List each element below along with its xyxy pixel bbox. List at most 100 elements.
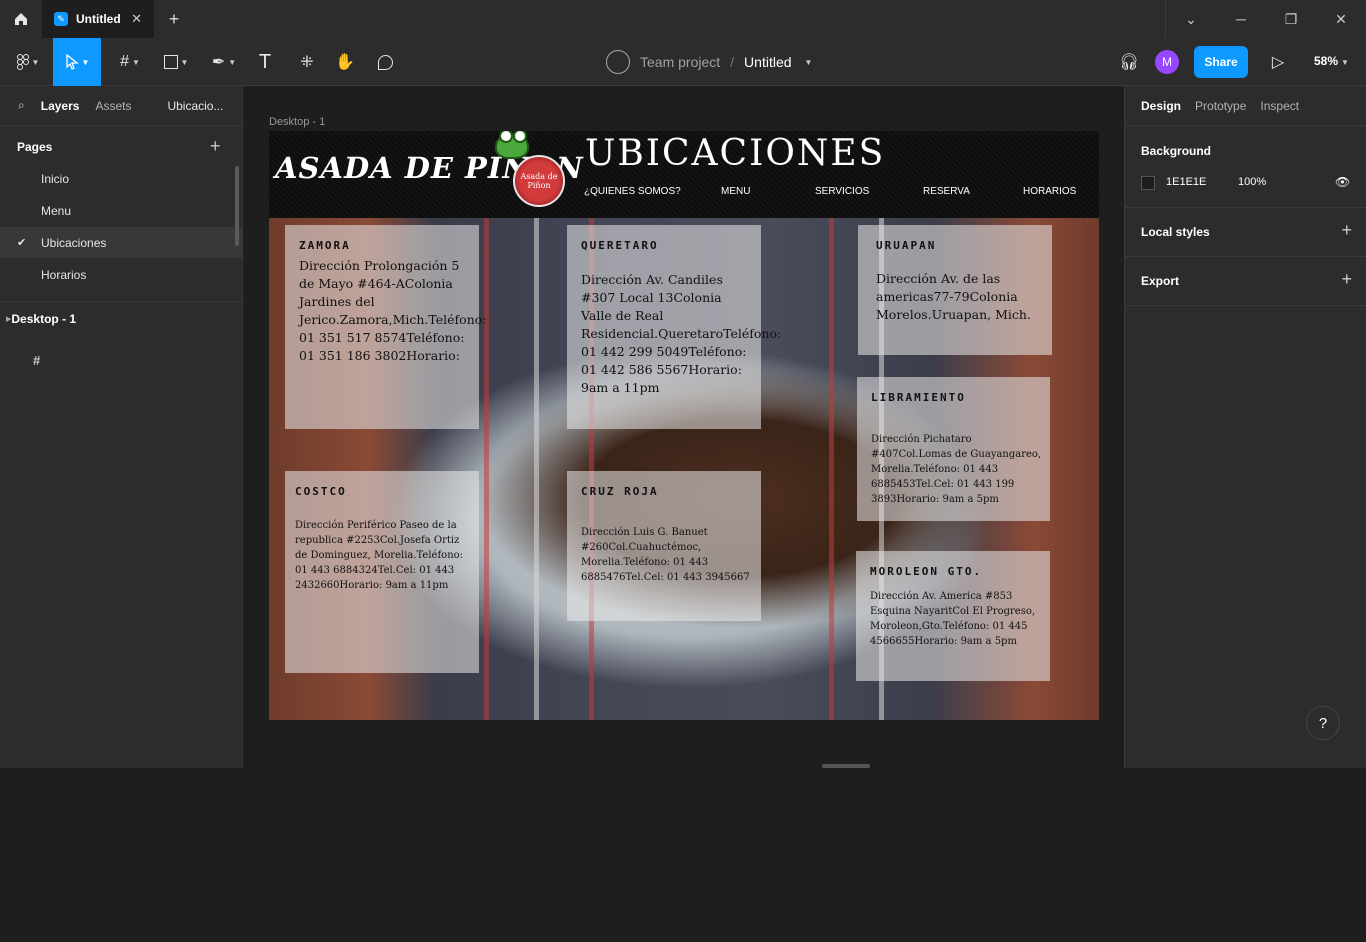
- minimize-button[interactable]: ─: [1216, 0, 1266, 38]
- file-tab[interactable]: ✎ Untitled ✕: [42, 0, 154, 38]
- chevron-down-icon[interactable]: ⌄: [1166, 0, 1216, 38]
- card-title: QUERETARO: [581, 239, 659, 252]
- help-button[interactable]: ?: [1306, 706, 1340, 740]
- page-selector[interactable]: Ubicacio...: [167, 99, 223, 113]
- card-body: Dirección Av. de las americas77-79Coloni…: [876, 271, 1031, 322]
- frame-tool-button[interactable]: # ▼: [110, 38, 150, 86]
- nav-menu[interactable]: MENU: [721, 186, 750, 197]
- check-icon: ✔: [17, 237, 27, 249]
- pen-icon: ✒: [211, 54, 226, 71]
- desktop-frame[interactable]: ASADA DE PIÑON Asada de Piñon UBICACIONE…: [269, 131, 1099, 720]
- card-title: MOROLEON GTO.: [870, 565, 983, 578]
- comment-icon: [377, 54, 393, 70]
- location-card-moroleon: MOROLEON GTO. Dirección Av. America #853…: [856, 551, 1050, 681]
- close-tab-icon[interactable]: ✕: [131, 11, 142, 27]
- add-export-button[interactable]: +: [1341, 269, 1352, 290]
- frame-icon: #: [120, 53, 129, 70]
- text-tool-button[interactable]: T: [252, 38, 278, 86]
- title-bar: ✎ Untitled ✕ + ⌄ ─ ❐ ✕: [0, 0, 1366, 38]
- play-icon: ▷: [1271, 54, 1285, 71]
- background-swatch[interactable]: [1141, 176, 1155, 190]
- eye-icon[interactable]: 👁︎: [1335, 175, 1350, 189]
- nav-reserva[interactable]: RESERVA: [923, 186, 970, 197]
- headphones-icon: 🎧︎: [1118, 54, 1140, 71]
- page-item-ubicaciones[interactable]: ✔ Ubicaciones: [0, 227, 242, 258]
- shape-tool-button[interactable]: ▼: [156, 38, 196, 86]
- nav-servicios[interactable]: SERVICIOS: [815, 186, 869, 197]
- card-body: Dirección Av. America #853 Esquina Nayar…: [870, 591, 1036, 647]
- background-opacity-input[interactable]: 100%: [1238, 176, 1266, 188]
- window-controls: ⌄ ─ ❐ ✕: [1166, 0, 1366, 38]
- restore-button[interactable]: ❐: [1266, 0, 1316, 38]
- card-title: URUAPAN: [876, 239, 937, 252]
- right-panel: Design Prototype Inspect Background 1E1E…: [1124, 86, 1366, 768]
- location-card-queretaro: QUERETARO Dirección Av. Candiles #307 Lo…: [567, 225, 782, 429]
- home-button[interactable]: [0, 0, 42, 38]
- page-item-inicio[interactable]: Inicio: [0, 163, 242, 194]
- apron-stripe: [829, 218, 834, 720]
- location-card-libramiento: LIBRAMIENTO Dirección Pichataro #407Col.…: [857, 377, 1050, 521]
- layer-label: Desktop - 1: [11, 312, 77, 326]
- card-title: ZAMORA: [299, 239, 351, 252]
- chevron-down-icon[interactable]: ▼: [805, 58, 813, 67]
- pen-tool-button[interactable]: ✒ ▼: [204, 38, 244, 86]
- add-page-button[interactable]: +: [210, 136, 221, 157]
- window-close-button[interactable]: ✕: [1316, 0, 1366, 38]
- search-icon[interactable]: ⌕: [18, 98, 25, 113]
- layer-item-desktop-1[interactable]: ▶ # Desktop - 1: [0, 308, 242, 368]
- export-heading: Export: [1141, 274, 1180, 288]
- team-name[interactable]: Team project: [640, 54, 720, 70]
- avatar[interactable]: M: [1155, 50, 1179, 74]
- share-button[interactable]: Share: [1194, 46, 1248, 78]
- resources-button[interactable]: ⁜: [294, 38, 320, 86]
- page-label: Ubicaciones: [41, 235, 107, 250]
- present-button[interactable]: ▷: [1266, 38, 1290, 86]
- left-panel-tabs: ⌕ Layers Assets Ubicacio... ▲: [0, 86, 250, 126]
- add-style-button[interactable]: +: [1341, 220, 1352, 241]
- export-section: Export +: [1125, 257, 1366, 306]
- site-title: UBICACIONES: [585, 133, 886, 174]
- page-label: Menu: [41, 203, 72, 218]
- apron-stripe: [534, 218, 539, 720]
- card-body: Dirección Pichataro #407Col.Lomas de Gua…: [871, 434, 1042, 505]
- card-title: LIBRAMIENTO: [871, 391, 966, 404]
- tab-design[interactable]: Design: [1141, 99, 1181, 113]
- background-hex-input[interactable]: 1E1E1E: [1166, 176, 1206, 188]
- local-styles-heading: Local styles: [1141, 225, 1210, 239]
- rectangle-icon: [163, 55, 178, 69]
- file-name[interactable]: Untitled: [744, 54, 791, 70]
- new-tab-button[interactable]: +: [154, 9, 194, 30]
- right-panel-tabs: Design Prototype Inspect: [1125, 86, 1366, 126]
- card-body: Dirección Prolongación 5 de Mayo #464-AC…: [299, 258, 487, 363]
- canvas-scrollbar[interactable]: [822, 764, 870, 768]
- tab-prototype[interactable]: Prototype: [1195, 99, 1246, 113]
- nav-horarios[interactable]: HORARIOS: [1023, 186, 1076, 197]
- breadcrumb-separator: /: [730, 54, 735, 70]
- comment-tool-button[interactable]: [372, 38, 398, 86]
- page-label: Horarios: [41, 267, 87, 282]
- move-tool-button[interactable]: ▼: [53, 38, 101, 86]
- zoom-control[interactable]: 58% ▼: [1314, 54, 1349, 68]
- background-heading: Background: [1141, 144, 1212, 158]
- text-icon: T: [258, 50, 272, 73]
- page-label: Inicio: [41, 171, 70, 186]
- page-item-horarios[interactable]: Horarios: [0, 259, 242, 290]
- hand-tool-button[interactable]: ✋: [332, 38, 358, 86]
- frame-label[interactable]: Desktop - 1: [269, 116, 325, 128]
- breadcrumb: Team project / Untitled ▼: [606, 38, 812, 86]
- logo-badge: Asada de Piñon: [513, 155, 565, 207]
- pages-scrollbar[interactable]: [235, 166, 239, 246]
- site-header: ASADA DE PIÑON Asada de Piñon UBICACIONE…: [269, 131, 1099, 218]
- background-section: Background: [1125, 126, 1366, 208]
- tab-inspect[interactable]: Inspect: [1260, 99, 1299, 113]
- audio-button[interactable]: 🎧︎: [1116, 38, 1142, 86]
- main-menu-button[interactable]: ▼: [8, 38, 48, 86]
- canvas[interactable]: Desktop - 1 ASADA DE PIÑON Asada de Piño…: [244, 86, 1124, 768]
- tab-assets[interactable]: Assets: [95, 99, 131, 113]
- nav-quienes-somos[interactable]: ¿QUIENES SOMOS?: [584, 186, 681, 197]
- page-item-menu[interactable]: Menu: [0, 195, 242, 226]
- location-card-costco: COSTCO Dirección Periférico Paseo de la …: [285, 471, 479, 673]
- card-body: Dirección Av. Candiles #307 Local 13Colo…: [581, 272, 782, 395]
- tab-layers[interactable]: Layers: [41, 99, 80, 113]
- left-panel: ⌕ Layers Assets Ubicacio... ▲ Pages + In…: [0, 86, 250, 768]
